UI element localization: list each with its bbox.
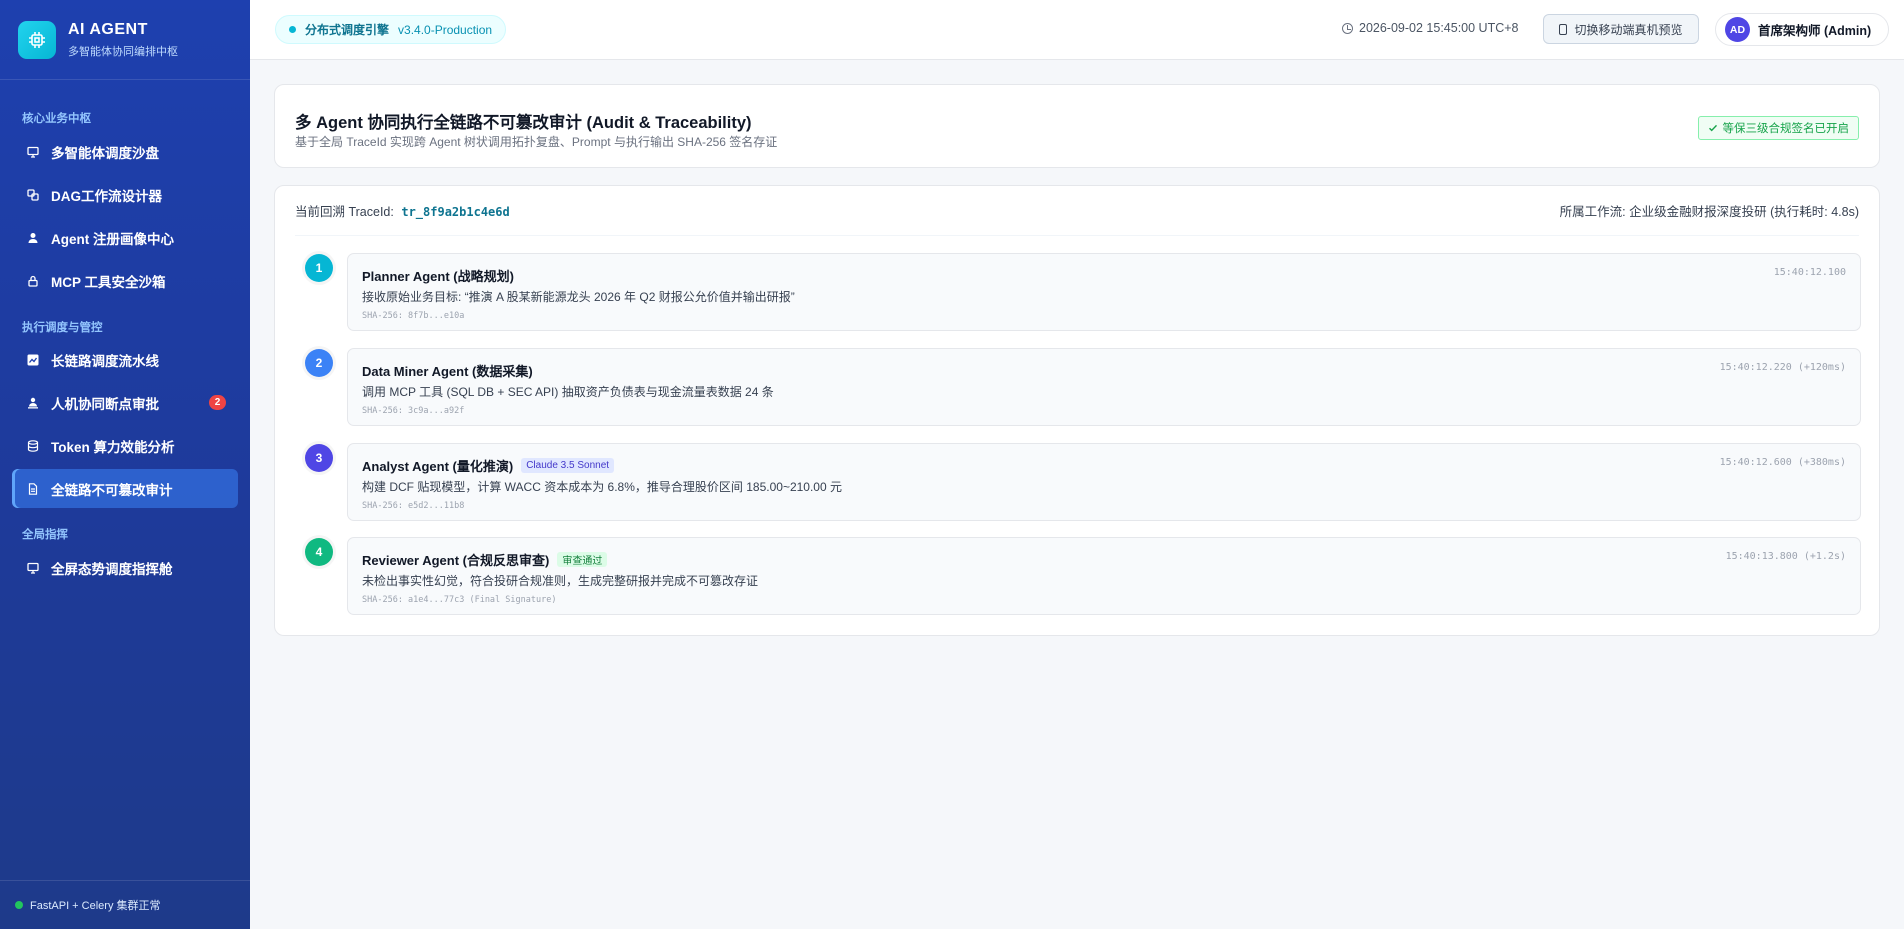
- pipeline-icon: [27, 354, 39, 366]
- step-title: Reviewer Agent (合规反思审查) 审查通过: [362, 550, 608, 569]
- model-tag: Claude 3.5 Sonnet: [521, 458, 615, 473]
- sidebar-item-sandbox[interactable]: 多智能体调度沙盘: [12, 132, 238, 171]
- trace-step[interactable]: 1 Planner Agent (战略规划) 接收原始业务目标: “推演 A 股…: [305, 253, 1861, 331]
- step-hash: SHA-256: 3c9a...a92f: [362, 406, 465, 416]
- trace-step[interactable]: 3 Analyst Agent (量化推演) Claude 3.5 Sonnet…: [305, 443, 1861, 521]
- step-timestamp: 15:40:12.100: [1773, 267, 1846, 278]
- sidebar-item-mcp-sandbox[interactable]: MCP 工具安全沙箱: [12, 261, 238, 300]
- cluster-status: FastAPI + Celery 集群正常: [0, 880, 250, 929]
- step-hash: SHA-256: e5d2...11b8: [362, 501, 465, 511]
- step-timestamp: 15:40:12.600 (+380ms): [1719, 457, 1846, 468]
- user-icon: [27, 232, 39, 244]
- sidebar-item-label: Token 算力效能分析: [51, 439, 175, 455]
- sidebar-item-approval[interactable]: 人机协同断点审批 2: [12, 383, 238, 422]
- sidebar-item-label: DAG工作流设计器: [51, 188, 162, 204]
- sidebar-item-label: 人机协同断点审批: [51, 396, 159, 412]
- workflow-info: 所属工作流: 企业级金融财报深度投研 (执行耗时: 4.8s): [1559, 205, 1859, 219]
- step-description: 接收原始业务目标: “推演 A 股某新能源龙头 2026 年 Q2 财报公允价值…: [362, 290, 795, 304]
- user-menu[interactable]: AD 首席架构师 (Admin): [1715, 13, 1889, 46]
- step-description: 未检出事实性幻觉，符合投研合规准则，生成完整研报并完成不可篡改存证: [362, 574, 759, 588]
- engine-status-dot-icon: [289, 26, 296, 33]
- nav-section-global: 全局指挥: [22, 529, 68, 541]
- brand-title: AI AGENT: [68, 20, 148, 38]
- audit-header-card: 多 Agent 协同执行全链路不可篡改审计 (Audit & Traceabil…: [274, 84, 1880, 168]
- sidebar-item-dag[interactable]: DAG工作流设计器: [12, 175, 238, 214]
- mobile-preview-label: 切换移动端真机预览: [1574, 22, 1683, 37]
- brand[interactable]: AI AGENT 多智能体协同编排中枢: [0, 0, 250, 80]
- page-title: 多 Agent 协同执行全链路不可篡改审计 (Audit & Traceabil…: [295, 114, 752, 132]
- step-title-text: Reviewer Agent (合规反思审查): [362, 553, 550, 568]
- step-number-badge: 1: [305, 254, 333, 282]
- approval-count-badge: 2: [209, 395, 226, 410]
- datetime-display: 2026-09-02 15:45:00 UTC+8: [1342, 21, 1519, 35]
- step-title-text: Data Miner Agent (数据采集): [362, 364, 533, 379]
- approval-icon: [27, 397, 39, 409]
- nav-section-execution: 执行调度与管控: [22, 322, 103, 334]
- sidebar-item-token-analysis[interactable]: Token 算力效能分析: [12, 426, 238, 465]
- step-timestamp: 15:40:13.800 (+1.2s): [1725, 551, 1846, 562]
- cluster-status-text: FastAPI + Celery 集群正常: [30, 900, 161, 912]
- step-hash: SHA-256: a1e4...77c3 (Final Signature): [362, 595, 557, 605]
- step-number-badge: 4: [305, 538, 333, 566]
- step-number-badge: 2: [305, 349, 333, 377]
- sidebar-item-label: 多智能体调度沙盘: [51, 145, 159, 161]
- step-title: Data Miner Agent (数据采集): [362, 361, 533, 380]
- sidebar-item-label: 全链路不可篡改审计: [51, 482, 173, 498]
- step-hash: SHA-256: 8f7b...e10a: [362, 311, 465, 321]
- sandbox-icon: [27, 146, 39, 158]
- step-title-text: Planner Agent (战略规划): [362, 269, 514, 284]
- clock-icon: [1342, 22, 1353, 34]
- sidebar-item-pipeline[interactable]: 长链路调度流水线: [12, 340, 238, 379]
- step-timestamp: 15:40:12.220 (+120ms): [1719, 362, 1846, 373]
- chip-logo-icon: [18, 20, 56, 59]
- sidebar-item-command-center[interactable]: 全屏态势调度指挥舱: [12, 548, 238, 587]
- sidebar-item-audit[interactable]: 全链路不可篡改审计: [12, 469, 238, 508]
- sidebar-item-label: MCP 工具安全沙箱: [51, 274, 166, 290]
- engine-name: 分布式调度引擎: [305, 23, 390, 37]
- step-description: 调用 MCP 工具 (SQL DB + SEC API) 抽取资产负债表与现金流…: [362, 385, 774, 399]
- trace-id-value[interactable]: tr_8f9a2b1c4e6d: [401, 205, 509, 219]
- sidebar: AI AGENT 多智能体协同编排中枢 核心业务中枢 多智能体调度沙盘 DAG工…: [0, 0, 250, 929]
- compliance-badge-text: 等保三级合规签名已开启: [1722, 123, 1850, 135]
- trace-card: 当前回溯 TraceId: tr_8f9a2b1c4e6d 所属工作流: 企业级…: [274, 185, 1880, 636]
- datetime-text: 2026-09-02 15:45:00 UTC+8: [1359, 21, 1519, 35]
- review-status-tag: 审查通过: [557, 552, 608, 567]
- check-icon: [1708, 124, 1717, 132]
- sidebar-item-label: Agent 注册画像中心: [51, 231, 174, 247]
- trace-step[interactable]: 2 Data Miner Agent (数据采集) 调用 MCP 工具 (SQL…: [305, 348, 1861, 426]
- database-icon: [27, 439, 39, 452]
- lock-icon: [27, 275, 39, 287]
- mobile-preview-button[interactable]: 切换移动端真机预览: [1543, 14, 1699, 44]
- step-number-badge: 3: [305, 444, 333, 472]
- step-title: Analyst Agent (量化推演) Claude 3.5 Sonnet: [362, 456, 615, 475]
- step-title-text: Analyst Agent (量化推演): [362, 459, 514, 474]
- nav-section-core: 核心业务中枢: [22, 113, 91, 125]
- avatar: AD: [1725, 17, 1750, 42]
- document-icon: [27, 482, 39, 495]
- trace-id-group: 当前回溯 TraceId: tr_8f9a2b1c4e6d: [295, 201, 510, 220]
- sidebar-item-label: 全屏态势调度指挥舱: [51, 561, 173, 577]
- engine-version: v3.4.0-Production: [398, 22, 493, 37]
- sidebar-item-label: 长链路调度流水线: [51, 353, 159, 369]
- dag-icon: [27, 188, 39, 201]
- trace-header: 当前回溯 TraceId: tr_8f9a2b1c4e6d 所属工作流: 企业级…: [295, 186, 1859, 236]
- phone-icon: [1559, 23, 1568, 35]
- engine-status-pill: 分布式调度引擎 v3.4.0-Production: [275, 15, 507, 44]
- monitor-icon: [27, 562, 39, 574]
- user-name: 首席架构师 (Admin): [1758, 24, 1872, 38]
- sidebar-item-agent-registry[interactable]: Agent 注册画像中心: [12, 218, 238, 257]
- step-description: 构建 DCF 贴现模型，计算 WACC 资本成本为 6.8%，推导合理股价区间 …: [362, 480, 842, 494]
- page-subtitle: 基于全局 TraceId 实现跨 Agent 树状调用拓扑复盘、Prompt 与…: [295, 135, 778, 149]
- brand-subtitle: 多智能体协同编排中枢: [68, 45, 178, 58]
- trace-step[interactable]: 4 Reviewer Agent (合规反思审查) 审查通过 未检出事实性幻觉，…: [305, 537, 1861, 615]
- status-dot-icon: [15, 901, 23, 909]
- topbar: 分布式调度引擎 v3.4.0-Production 2026-09-02 15:…: [250, 0, 1904, 60]
- compliance-badge: 等保三级合规签名已开启: [1697, 116, 1859, 140]
- trace-id-label: 当前回溯 TraceId:: [295, 205, 394, 219]
- step-title: Planner Agent (战略规划): [362, 266, 514, 285]
